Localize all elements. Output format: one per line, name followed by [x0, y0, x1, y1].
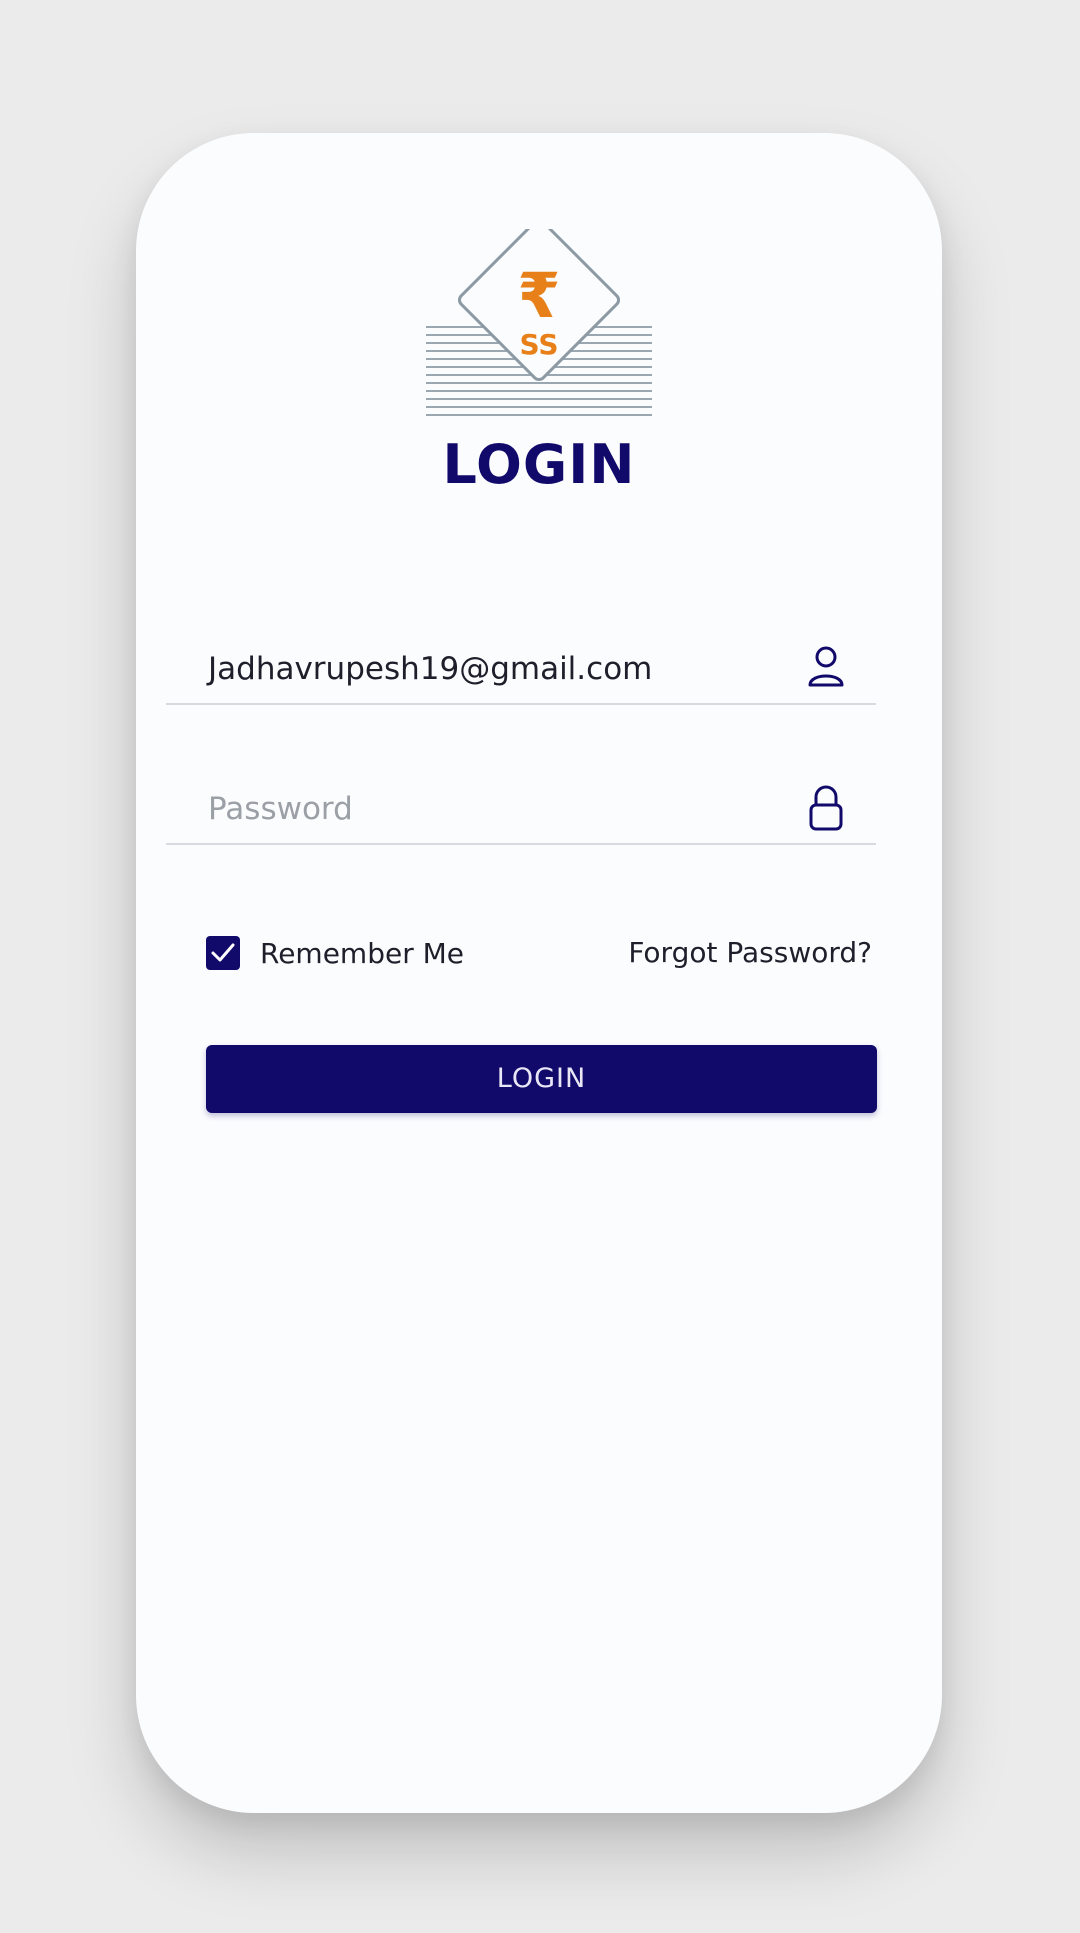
email-value[interactable]: Jadhavrupesh19@gmail.com [208, 651, 652, 687]
remember-me-checkbox[interactable] [206, 936, 240, 970]
password-placeholder[interactable]: Password [208, 791, 353, 827]
logo-letters: SS [519, 328, 558, 361]
user-icon [806, 643, 846, 691]
app-logo: ₹ SS [426, 229, 652, 419]
phone-frame: ₹ SS LOGIN Jadhavrupesh19@gmail.com Pass… [136, 133, 942, 1813]
remember-me-label: Remember Me [260, 936, 464, 970]
checkmark-icon [211, 943, 235, 962]
remember-me-option[interactable]: Remember Me [206, 933, 464, 973]
email-field[interactable]: Jadhavrupesh19@gmail.com [166, 643, 876, 705]
rupee-symbol: ₹ [517, 259, 560, 332]
forgot-password-link[interactable]: Forgot Password? [628, 933, 872, 973]
login-button[interactable]: LOGIN [206, 1045, 877, 1113]
page-title: LOGIN [442, 433, 636, 496]
rupee-envelope-logo-icon: ₹ SS [426, 229, 652, 416]
password-field[interactable]: Password [166, 783, 876, 845]
lock-icon [806, 783, 846, 831]
